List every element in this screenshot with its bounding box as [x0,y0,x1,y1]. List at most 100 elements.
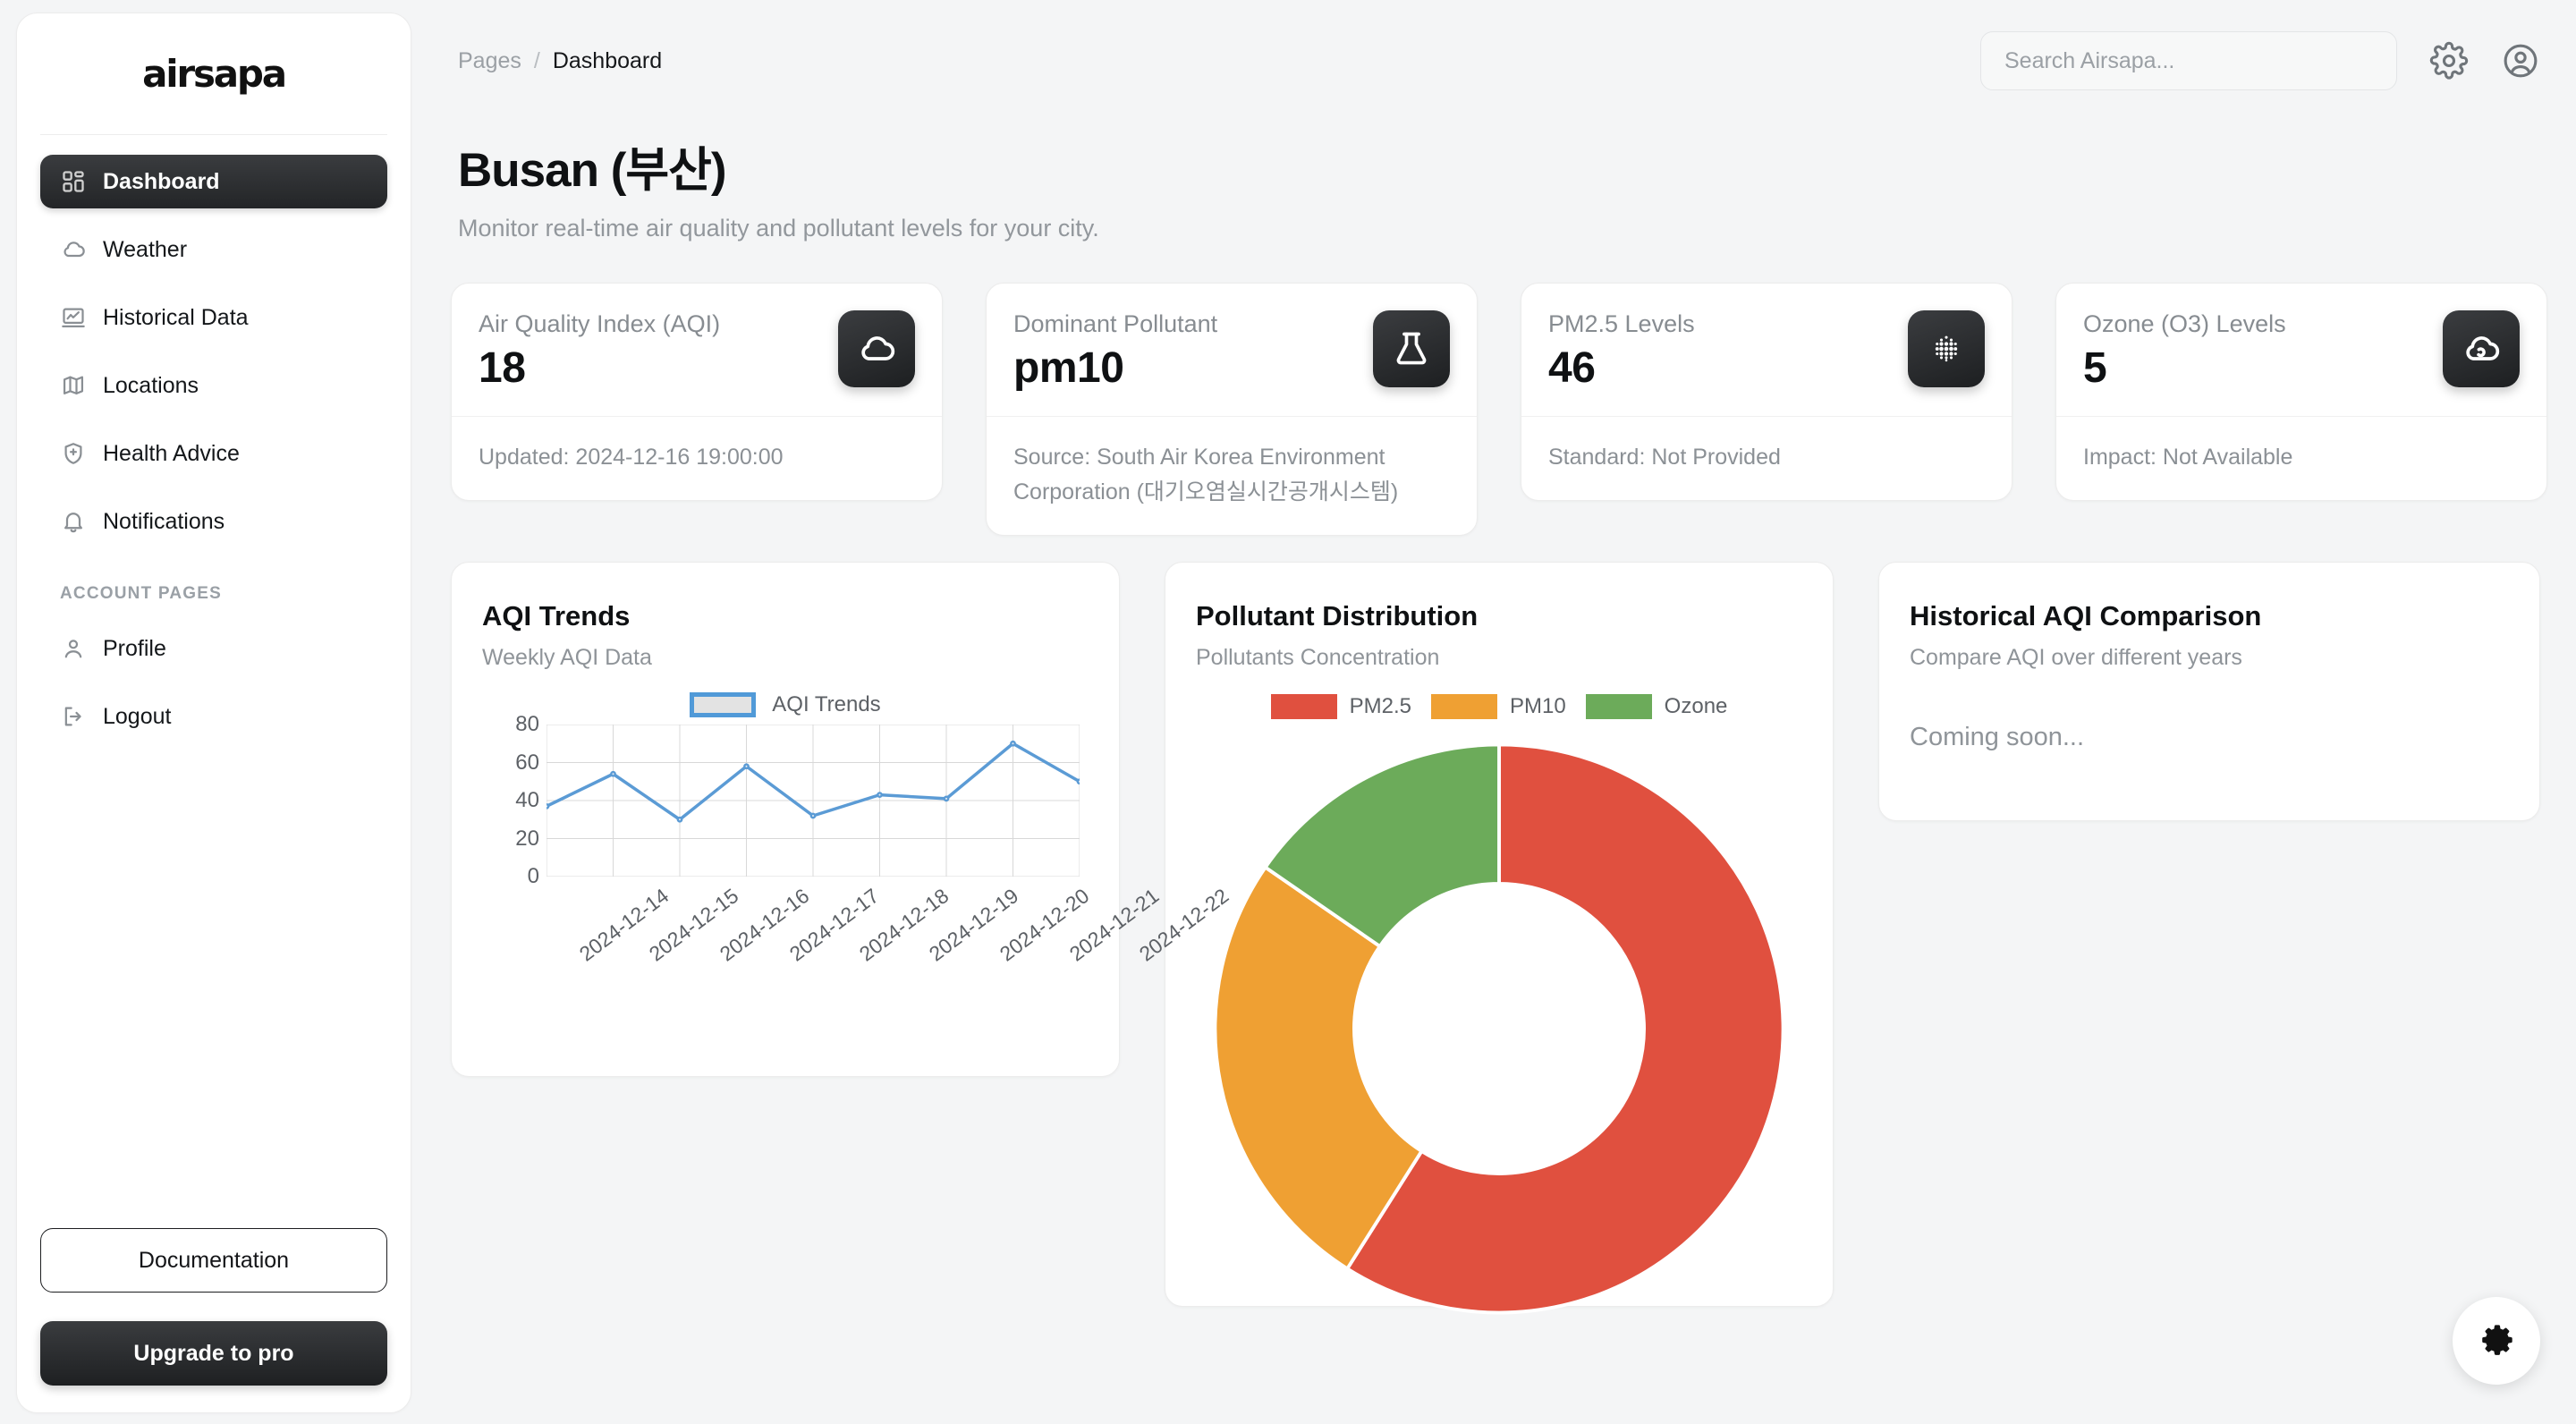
stat-card-aqi[interactable]: Air Quality Index (AQI) 18 Updated: 2024… [451,283,943,501]
sidebar-item-historical-data[interactable]: Historical Data [40,291,387,344]
stat-value: 46 [1548,344,1596,392]
legend-item-pm10[interactable]: PM10 [1430,694,1566,719]
stat-cards: Air Quality Index (AQI) 18 Updated: 2024… [451,283,2547,536]
donut-chart [1196,739,1802,1318]
stat-card-text: PM2.5 Levels 46 [1548,310,1695,393]
particles-icon [1908,310,1985,387]
breadcrumb: Pages / Dashboard [458,48,662,74]
legend-item-pm25[interactable]: PM2.5 [1270,694,1411,719]
stat-label: Dominant Pollutant [1013,310,1218,337]
sidebar-item-logout[interactable]: Logout [40,690,387,743]
card-body-text: Coming soon... [1910,723,2085,751]
breadcrumb-parent[interactable]: Pages [458,48,521,74]
sidebar-item-label: Locations [103,372,199,398]
sidebar-item-label: Notifications [103,508,225,534]
user-circle-icon[interactable] [2501,41,2540,81]
topbar: Pages / Dashboard [458,25,2540,97]
legend-label: AQI Trends [772,692,881,716]
stat-card-text: Air Quality Index (AQI) 18 [479,310,720,393]
sidebar-item-dashboard[interactable]: Dashboard [40,155,387,208]
grid-icon [60,168,87,195]
page-header: Busan (부산) Monitor real-time air quality… [458,132,1099,242]
legend-label: PM10 [1509,694,1566,718]
y-axis-tick: 80 [515,712,539,736]
x-axis-labels: 2024-12-14 2024-12-15 2024-12-16 2024-12-17… [518,884,1233,982]
stat-label: Ozone (O3) Levels [2083,310,2286,337]
search-input[interactable] [2004,47,2373,74]
breadcrumb-current[interactable]: Dashboard [553,48,662,74]
sidebar-item-label: Weather [103,236,188,262]
sidebar-item-label: Historical Data [103,304,249,330]
cloud-icon [838,310,915,387]
sidebar-item-notifications[interactable]: Notifications [40,495,387,548]
line-chart: 0 20 40 60 80 2024-12-14 2024-12-15 2024-12-16… [482,712,1233,966]
topbar-actions [1980,31,2540,90]
card-pollutant-distribution: Pollutant Distribution Pollutants Concen… [1165,562,1834,1315]
stat-card-top: Ozone (O3) Levels 5 [2056,284,2546,416]
card-subtitle: Pollutants Concentration [1196,645,1440,670]
sidebar-item-label: Profile [103,635,166,661]
donut-legend[interactable]: PM2.5 PM10 Ozone [1196,694,1802,719]
gear-icon[interactable] [2429,41,2469,81]
stat-footer: Standard: Not Provided [1548,445,1781,470]
breadcrumb-separator: / [533,47,540,73]
legend-label: Ozone [1664,694,1728,718]
chart-line-icon [60,304,87,331]
sidebar-footer: Documentation Upgrade to pro [40,1228,387,1386]
legend-item-ozone[interactable]: Ozone [1585,694,1728,719]
stat-card-dominant-pollutant[interactable]: Dominant Pollutant pm10 Source: South Ai… [986,283,1478,536]
card-title: AQI Trends [482,600,631,631]
y-axis-tick: 20 [515,826,539,851]
sidebar-item-label: Logout [103,703,172,729]
stat-card-text: Dominant Pollutant pm10 [1013,310,1217,393]
stat-card-text: Ozone (O3) Levels 5 [2083,310,2286,393]
y-axis-tick: 40 [515,788,539,812]
card-title: Historical AQI Comparison [1910,600,2262,631]
sidebar-item-weather[interactable]: Weather [40,223,387,276]
sidebar-item-locations[interactable]: Locations [40,359,387,412]
stat-label: PM2.5 Levels [1548,310,1695,337]
gear-icon [2476,1320,2517,1361]
stat-footer: Impact: Not Available [2083,445,2293,470]
logout-icon [60,703,87,730]
sidebar-item-label: Dashboard [103,168,220,194]
y-axis-tick: 60 [515,750,539,775]
card-subtitle: Weekly AQI Data [482,645,652,670]
chart-cards: AQI Trends Weekly AQI Data AQI Trends 02… [451,562,2547,1315]
legend-swatch [690,692,757,717]
stat-footer: Updated: 2024-12-16 19:00:00 [479,445,784,470]
stat-label: Air Quality Index (AQI) [479,310,721,337]
brand-logo[interactable]: airsapa [40,13,387,135]
stat-card-top: Dominant Pollutant pm10 [987,284,1477,416]
stat-card-pm25[interactable]: PM2.5 Levels 46 Standard: Not Provided [1521,283,2012,501]
stat-card-ozone[interactable]: Ozone (O3) Levels 5 Impact: Not Availabl… [2055,283,2547,501]
donut-chart-svg [1213,742,1785,1315]
card-aqi-trends: AQI Trends Weekly AQI Data AQI Trends 02… [451,562,1233,1077]
sidebar-nav: Dashboard Weather Historical Data Locati… [17,135,411,743]
stat-footer: Source: South Air Korea Environment Corp… [1013,445,1399,504]
documentation-button[interactable]: Documentation [40,1228,387,1293]
page-subtitle: Monitor real-time air quality and pollut… [458,215,1099,242]
brand-name: airsapa [142,52,287,96]
legend-swatch [1270,694,1337,719]
shield-plus-icon [60,440,87,467]
sidebar-item-label: Health Advice [103,440,240,466]
sidebar-item-health-advice[interactable]: Health Advice [40,427,387,480]
legend-swatch [1585,694,1652,719]
cloud-icon [60,236,87,263]
card-subtitle: Compare AQI over different years [1910,645,2242,670]
line-chart-svg [547,725,1080,877]
line-chart-legend[interactable]: AQI Trends [482,692,1089,717]
flask-icon [1373,310,1450,387]
card-title: Pollutant Distribution [1196,600,1479,631]
search-box[interactable] [1980,31,2397,90]
page-title: Busan (부산) [458,144,727,197]
legend-label: PM2.5 [1349,694,1411,718]
plot-area [547,725,1080,877]
stat-card-top: Air Quality Index (AQI) 18 [452,284,942,416]
bell-icon [60,508,87,535]
sidebar-item-profile[interactable]: Profile [40,622,387,675]
settings-fab-button[interactable] [2453,1297,2540,1385]
y-axis: 0 20 40 60 80 [482,712,539,888]
upgrade-to-pro-button[interactable]: Upgrade to pro [40,1321,387,1386]
